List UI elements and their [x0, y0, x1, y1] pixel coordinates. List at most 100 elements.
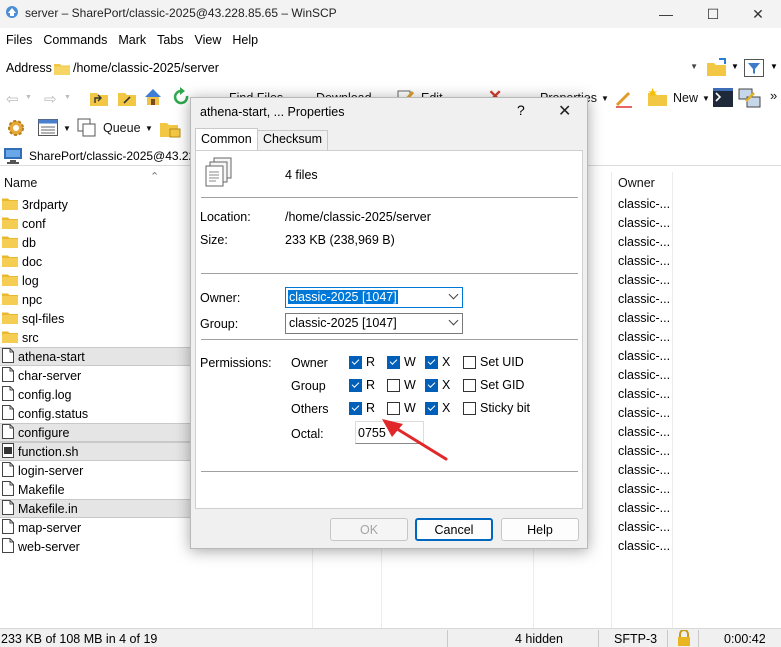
back-arrow-icon[interactable]: ⇦ [6, 90, 19, 108]
file-name-cell[interactable]: function.sh [0, 442, 190, 461]
file-name-cell[interactable]: config.log [0, 385, 190, 404]
minimize-button[interactable]: — [643, 0, 689, 28]
file-name-cell[interactable]: config.status [0, 404, 190, 423]
folder-icon [2, 254, 18, 270]
permission-r-checkbox[interactable]: R [349, 355, 375, 369]
permission-r-checkbox[interactable]: R [349, 378, 375, 392]
permission-special-checkbox[interactable]: Set UID [463, 355, 524, 369]
preferences-gear-icon[interactable] [6, 118, 26, 138]
putty-icon[interactable] [738, 87, 762, 108]
file-name: sql-files [22, 311, 65, 326]
rename-icon[interactable] [614, 88, 634, 108]
properties-dropdown-icon[interactable]: ▼ [601, 94, 609, 103]
lock-icon[interactable] [677, 630, 691, 646]
menu-commands[interactable]: Commands [37, 30, 112, 52]
new-folder-icon[interactable] [647, 87, 669, 107]
file-name: src [22, 330, 39, 345]
file-icon [2, 518, 14, 537]
dialog-help-icon[interactable]: ? [517, 102, 525, 118]
file-name-cell[interactable]: src [0, 328, 190, 347]
permission-w-checkbox[interactable]: W [387, 401, 416, 415]
queue-dropdown-icon[interactable]: ▼ [145, 124, 153, 133]
file-name-cell[interactable]: web-server [0, 537, 190, 556]
help-label: Help [527, 522, 553, 537]
file-name: web-server [18, 539, 80, 554]
column-header-owner[interactable]: Owner [618, 176, 655, 190]
status-hidden[interactable]: 4 hidden [515, 632, 563, 646]
file-name-cell[interactable]: db [0, 233, 190, 252]
address-input[interactable]: /home/classic-2025/server ▼ [52, 58, 700, 78]
file-name-cell[interactable]: map-server [0, 518, 190, 537]
owner-select[interactable]: classic-2025 [1047] [285, 287, 463, 308]
address-dropdown-icon[interactable]: ▼ [690, 62, 698, 71]
checkbox-label: Sticky bit [480, 401, 531, 415]
file-name-cell[interactable]: doc [0, 252, 190, 271]
file-name-cell[interactable]: 3rdparty [0, 195, 190, 214]
terminal-icon[interactable] [713, 88, 733, 107]
menu-files[interactable]: Files [0, 30, 37, 52]
permission-special-checkbox[interactable]: Set GID [463, 378, 524, 392]
forward-dropdown-icon[interactable]: ▼ [64, 94, 71, 101]
permission-x-checkbox[interactable]: X [425, 378, 450, 392]
filter-icon[interactable] [744, 59, 764, 77]
file-name-cell[interactable]: athena-start [0, 347, 190, 366]
permission-w-checkbox[interactable]: W [387, 378, 416, 392]
parent-directory-icon[interactable] [89, 89, 109, 107]
close-window-button[interactable]: ✕ [735, 0, 781, 28]
file-name-cell[interactable]: conf [0, 214, 190, 233]
permission-w-checkbox[interactable]: W [387, 355, 416, 369]
forward-arrow-icon[interactable]: ⇨ [44, 90, 57, 108]
new-button[interactable]: New ▼ [673, 91, 710, 105]
home-icon[interactable] [143, 87, 163, 107]
ok-button[interactable]: OK [330, 518, 408, 541]
queue-icon[interactable] [77, 118, 97, 137]
column-header-name[interactable]: Name [4, 176, 37, 190]
menu-help[interactable]: Help [226, 30, 263, 52]
view-dropdown-icon[interactable]: ▼ [63, 124, 71, 133]
root-directory-icon[interactable] [117, 89, 137, 107]
refresh-icon[interactable] [171, 87, 191, 107]
file-name-cell[interactable]: sql-files [0, 309, 190, 328]
cancel-button[interactable]: Cancel [415, 518, 493, 541]
file-name: configure [18, 425, 70, 440]
queue-button[interactable]: Queue [103, 121, 141, 135]
file-name-cell[interactable]: login-server [0, 461, 190, 480]
menu-mark[interactable]: Mark [112, 30, 151, 52]
separator [201, 471, 578, 472]
permission-special-checkbox[interactable]: Sticky bit [463, 401, 530, 415]
dialog-close-icon[interactable]: ✕ [558, 101, 571, 121]
file-name-cell[interactable]: log [0, 271, 190, 290]
synchronize-icon[interactable] [159, 119, 181, 138]
file-name-cell[interactable]: char-server [0, 366, 190, 385]
maximize-button[interactable]: ☐ [690, 0, 736, 28]
file-name-cell[interactable]: Makefile [0, 480, 190, 499]
menu-bar: Files Commands Mark Tabs View Help [0, 30, 263, 52]
file-owner: classic-... [618, 387, 671, 401]
file-owner: classic-... [618, 368, 671, 382]
back-dropdown-icon[interactable]: ▼ [25, 94, 32, 101]
filter-dropdown-icon[interactable]: ▼ [770, 62, 778, 71]
file-name-cell[interactable]: npc [0, 290, 190, 309]
file-name-cell[interactable]: Makefile.in [0, 499, 190, 518]
sort-ascending-icon: ⌃ [150, 171, 160, 183]
file-name-cell[interactable]: configure [0, 423, 190, 442]
file-owner: classic-... [618, 254, 671, 268]
file-owner: classic-... [618, 520, 671, 534]
menu-tabs[interactable]: Tabs [151, 30, 188, 52]
group-select[interactable]: classic-2025 [1047] [285, 313, 463, 334]
permission-r-checkbox[interactable]: R [349, 401, 375, 415]
tab-checksum[interactable]: Checksum [257, 130, 329, 150]
multiple-files-icon [205, 157, 232, 187]
help-button[interactable]: Help [501, 518, 579, 541]
tab-common[interactable]: Common [195, 128, 258, 151]
view-list-icon[interactable] [38, 119, 58, 136]
toolbar-overflow-icon[interactable]: » [770, 88, 777, 103]
checkbox-label: R [366, 401, 376, 415]
file-icon [2, 461, 14, 480]
file-name: config.status [18, 406, 89, 421]
menu-view[interactable]: View [189, 30, 227, 52]
open-folder-dropdown-icon[interactable]: ▼ [731, 62, 739, 71]
open-folder-icon[interactable] [706, 58, 728, 78]
permission-x-checkbox[interactable]: X [425, 355, 450, 369]
permission-x-checkbox[interactable]: X [425, 401, 450, 415]
